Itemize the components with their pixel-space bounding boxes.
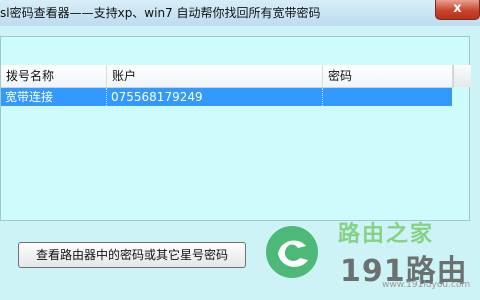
dial-up-list[interactable]: 拨号名称 账户 密码 宽带连接 075568179249 [0,36,471,221]
list-header: 拨号名称 账户 密码 [1,65,453,88]
title-bar[interactable]: sl密码查看器——支持xp、win7 自动帮你找回所有宽带密码 x [0,0,480,27]
table-row[interactable]: 宽带连接 075568179249 [1,88,452,106]
window-title: sl密码查看器——支持xp、win7 自动帮你找回所有宽带密码 [0,6,321,20]
router-home-logo-icon [266,226,318,278]
header-scroll-corner [453,65,471,87]
watermark: 路由之家 191路由 www.191luyou.com [258,212,480,300]
app-window: sl密码查看器——支持xp、win7 自动帮你找回所有宽带密码 x 拨号名称 账… [0,0,480,300]
view-router-password-button[interactable]: 查看路由器中的密码或其它星号密码 [18,242,246,268]
close-icon: x [453,1,462,16]
row-cell-account: 075568179249 [107,88,323,106]
close-button[interactable]: x [435,0,480,20]
watermark-text-cn: 路由之家 [338,222,435,247]
watermark-url: www.191luyou.com [382,280,471,290]
column-header-password[interactable]: 密码 [323,65,453,87]
column-header-name[interactable]: 拨号名称 [1,65,107,87]
row-cell-name: 宽带连接 [1,88,107,106]
row-cell-password [323,88,452,106]
column-header-account[interactable]: 账户 [107,65,323,87]
